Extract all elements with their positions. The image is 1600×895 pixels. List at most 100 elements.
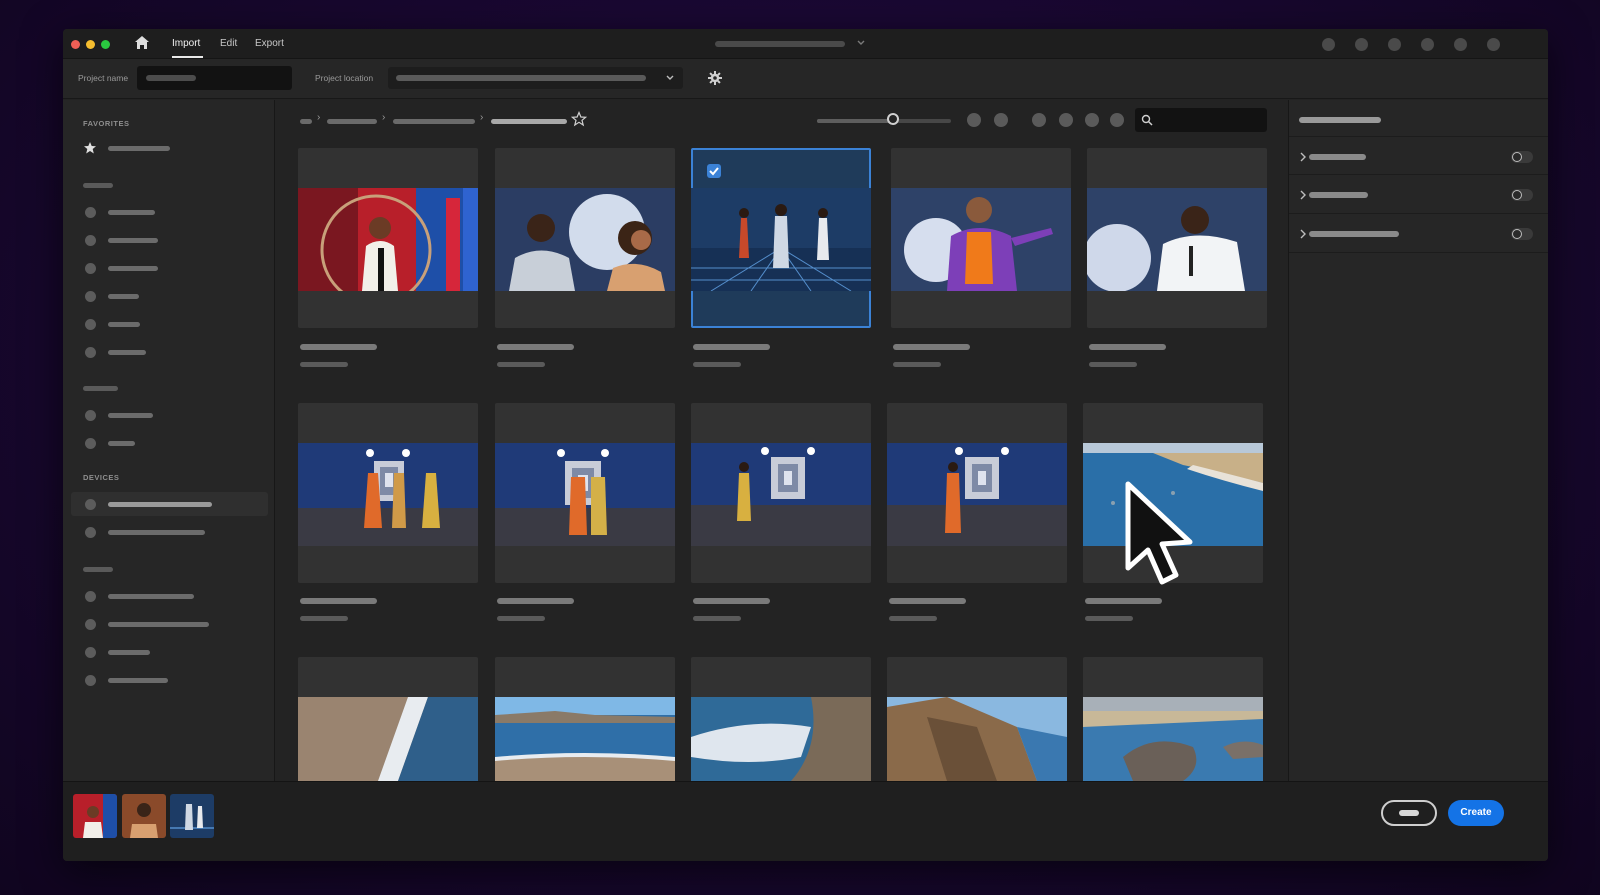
titlebar-action-4[interactable] <box>1421 38 1434 51</box>
video-thumbnail <box>1087 188 1267 291</box>
project-name-field[interactable] <box>137 66 292 90</box>
media-card[interactable] <box>298 657 478 781</box>
clip-meta <box>693 616 741 621</box>
star-icon[interactable] <box>571 111 587 127</box>
home-icon[interactable] <box>134 35 150 51</box>
breadcrumb-item[interactable] <box>327 119 377 124</box>
app-window: Import Edit Export Project name Project … <box>63 29 1548 861</box>
sidebar-item[interactable] <box>108 650 150 655</box>
video-thumbnail <box>495 697 675 781</box>
sidebar-item-icon <box>85 319 96 330</box>
filter-option-3[interactable] <box>1085 113 1099 127</box>
sidebar-item[interactable] <box>108 322 140 327</box>
selected-clip-thumbnail[interactable] <box>122 794 166 838</box>
media-card[interactable] <box>691 657 871 781</box>
panel-row[interactable] <box>1289 136 1548 175</box>
media-card[interactable] <box>495 657 675 781</box>
menu-export[interactable]: Export <box>255 38 284 49</box>
selected-clip-thumbnail[interactable] <box>73 794 117 838</box>
titlebar-action-6[interactable] <box>1487 38 1500 51</box>
filter-option-2[interactable] <box>1059 113 1073 127</box>
devices-heading: DEVICES <box>83 473 120 482</box>
sidebar-item[interactable] <box>108 350 146 355</box>
clip-meta <box>889 616 937 621</box>
sidebar-item[interactable] <box>108 210 155 215</box>
project-location-select[interactable] <box>388 67 683 89</box>
document-title-placeholder[interactable] <box>715 41 845 47</box>
titlebar-action-3[interactable] <box>1388 38 1401 51</box>
titlebar-action-1[interactable] <box>1322 38 1335 51</box>
panel-row-label <box>1309 192 1368 198</box>
thumbnail-size-slider[interactable] <box>817 119 951 123</box>
cancel-button[interactable] <box>1381 800 1437 826</box>
sidebar-item-icon <box>85 410 96 421</box>
media-card[interactable] <box>298 403 478 621</box>
sidebar-item-icon <box>85 347 96 358</box>
media-card[interactable] <box>887 403 1067 621</box>
media-card[interactable] <box>891 148 1071 367</box>
gear-icon[interactable] <box>707 70 723 86</box>
sidebar-item[interactable] <box>108 678 168 683</box>
breadcrumb-item[interactable] <box>393 119 475 124</box>
sidebar-item[interactable] <box>108 413 153 418</box>
view-option-1[interactable] <box>967 113 981 127</box>
maximize-window-button[interactable] <box>101 40 110 49</box>
sidebar-item-device-selected[interactable] <box>108 502 212 507</box>
star-icon <box>84 142 96 154</box>
sidebar-item-icon <box>85 527 96 538</box>
view-option-2[interactable] <box>994 113 1008 127</box>
sidebar-item[interactable] <box>108 266 158 271</box>
sidebar-item[interactable] <box>108 441 135 446</box>
video-thumbnail <box>887 443 1067 546</box>
breadcrumb-current[interactable] <box>491 119 567 124</box>
menu-edit[interactable]: Edit <box>220 38 237 49</box>
breadcrumb-root[interactable] <box>300 119 312 124</box>
chevron-down-icon[interactable] <box>856 38 866 48</box>
filter-option-1[interactable] <box>1032 113 1046 127</box>
media-card-selected[interactable] <box>691 148 871 367</box>
clip-title <box>300 344 377 350</box>
project-toolbar: Project name Project location <box>63 59 1548 99</box>
media-card[interactable] <box>1083 657 1263 781</box>
video-thumbnail <box>691 697 871 781</box>
panel-row-toggle[interactable] <box>1511 228 1533 240</box>
clip-meta <box>1085 616 1133 621</box>
menu-import[interactable]: Import <box>172 38 200 49</box>
panel-row-toggle[interactable] <box>1511 189 1533 201</box>
selected-clip-thumbnail[interactable] <box>170 794 214 838</box>
titlebar-action-2[interactable] <box>1355 38 1368 51</box>
breadcrumb-separator: › <box>382 112 386 123</box>
properties-panel <box>1288 100 1548 781</box>
sidebar-item[interactable] <box>108 238 158 243</box>
sidebar-item[interactable] <box>108 622 209 627</box>
project-name-label: Project name <box>78 73 129 83</box>
panel-row[interactable] <box>1289 175 1548 214</box>
media-card[interactable] <box>495 148 675 367</box>
sidebar-item[interactable] <box>108 294 139 299</box>
panel-row-toggle[interactable] <box>1511 151 1533 163</box>
minimize-window-button[interactable] <box>86 40 95 49</box>
sidebar-item[interactable] <box>108 594 194 599</box>
media-card[interactable] <box>298 148 478 367</box>
video-thumbnail <box>1083 697 1263 781</box>
slider-handle[interactable] <box>887 113 899 125</box>
project-location-label: Project location <box>315 73 374 83</box>
panel-row[interactable] <box>1289 214 1548 253</box>
titlebar-action-5[interactable] <box>1454 38 1467 51</box>
video-thumbnail <box>298 188 478 291</box>
project-location-placeholder <box>396 75 646 81</box>
sidebar-item-icon <box>85 619 96 630</box>
media-card[interactable] <box>887 657 1067 781</box>
search-input[interactable] <box>1135 108 1267 132</box>
close-window-button[interactable] <box>71 40 80 49</box>
checkbox-icon[interactable] <box>707 164 721 178</box>
media-card[interactable] <box>495 403 675 621</box>
sidebar-item-icon <box>85 675 96 686</box>
filter-option-4[interactable] <box>1110 113 1124 127</box>
clip-title <box>497 598 574 604</box>
sidebar-item-favorite[interactable] <box>108 146 170 151</box>
media-card[interactable] <box>1087 148 1267 367</box>
media-card[interactable] <box>691 403 871 621</box>
sidebar-item-device[interactable] <box>108 530 205 535</box>
create-button[interactable]: Create <box>1448 800 1504 826</box>
